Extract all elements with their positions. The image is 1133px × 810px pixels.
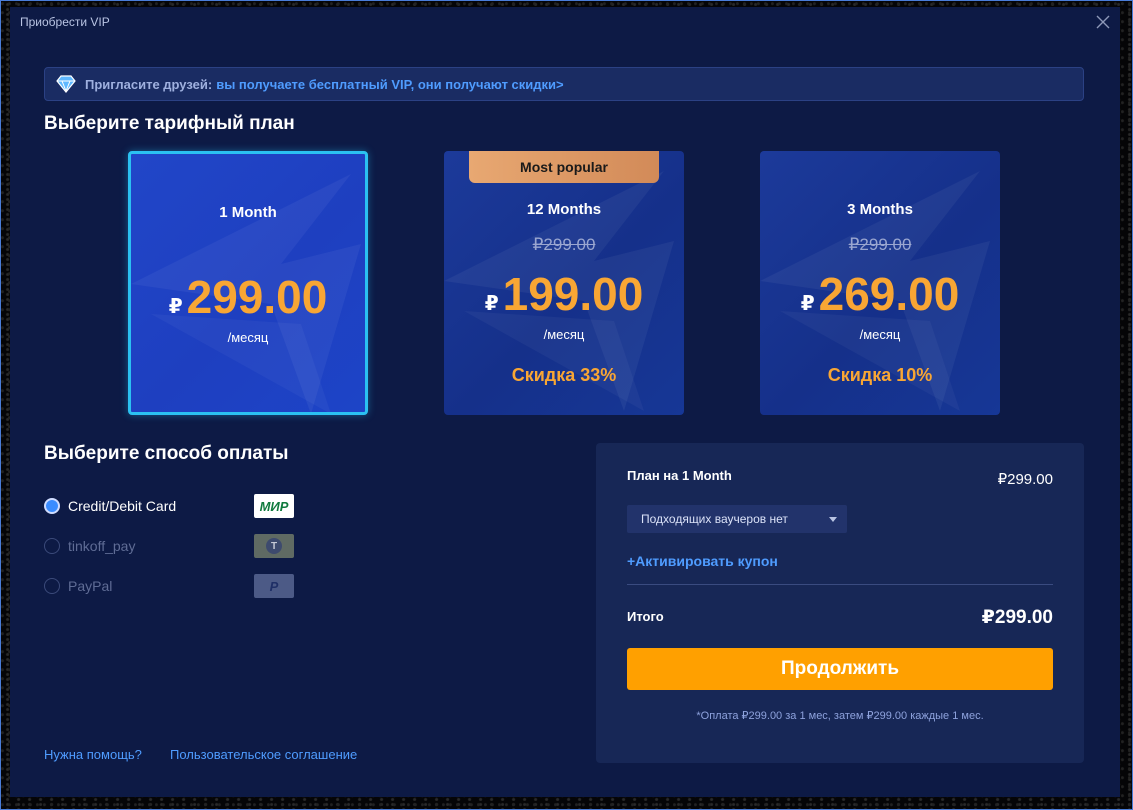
payment-label: tinkoff_pay — [68, 538, 136, 554]
help-link[interactable]: Нужна помощь? — [44, 747, 142, 762]
plan-price: ₽ 269.00 — [760, 267, 1000, 321]
tinkoff-logo-text: T — [270, 540, 278, 552]
currency-symbol: ₽ — [800, 293, 815, 315]
plan-name: 12 Months — [526, 201, 602, 218]
mir-logo: МИР — [254, 494, 294, 518]
payment-option-paypal[interactable]: PayPal P — [44, 573, 314, 599]
plan-price: ₽ 299.00 — [131, 270, 365, 324]
plan-card-12-months[interactable]: Most popular 12 Months ₽299.00 ₽ 199.00 … — [444, 151, 684, 415]
currency-symbol: ₽ — [484, 293, 499, 315]
payment-label: PayPal — [68, 578, 113, 594]
tinkoff-logo: T — [254, 534, 294, 558]
discount-label: Скидка 10% — [827, 365, 933, 385]
invite-friends-banner[interactable]: Пригласите друзей: вы получаете бесплатн… — [44, 67, 1084, 101]
voucher-select[interactable]: Подходящих ваучеров нет — [627, 505, 847, 533]
title-bar: Приобрести VIP — [10, 7, 1120, 39]
old-price: ₽299.00 — [532, 235, 596, 254]
diamond-icon — [56, 75, 76, 93]
radio-button[interactable] — [44, 538, 60, 554]
plan-card-1-month[interactable]: 1 Month ₽ 299.00 /месяц — [128, 151, 368, 415]
billing-footnote: *Оплата ₽299.00 за 1 мес, затем ₽299.00 … — [696, 710, 984, 722]
close-icon — [1096, 15, 1110, 29]
plan-price: ₽ 199.00 — [444, 267, 684, 321]
user-agreement-link[interactable]: Пользовательское соглашение — [170, 747, 357, 762]
paypal-logo-text: P — [269, 578, 279, 594]
plan-card-3-months[interactable]: 3 Months ₽299.00 ₽ 269.00 /месяц Скидка … — [760, 151, 1000, 415]
invite-link[interactable]: вы получаете бесплатный VIP, они получаю… — [216, 77, 563, 92]
price-amount: 299.00 — [186, 271, 328, 323]
old-price: ₽299.00 — [848, 235, 912, 254]
plans-section-title: Выберите тарифный план — [44, 113, 295, 134]
payment-option-tinkoff[interactable]: tinkoff_pay T — [44, 533, 314, 559]
order-summary-panel: План на 1 Month ₽299.00 Подходящих вауче… — [596, 443, 1084, 763]
divider — [627, 584, 1053, 585]
voucher-value: Подходящих ваучеров нет — [641, 512, 788, 526]
price-period: /месяц — [227, 330, 269, 345]
price-period: /месяц — [859, 327, 901, 342]
tinkoff-icon: T — [266, 538, 282, 554]
activate-coupon-link[interactable]: +Активировать купон — [627, 553, 778, 569]
total-value: ₽299.00 — [981, 607, 1053, 628]
invite-prefix: Пригласите друзей: — [85, 76, 213, 92]
price-period: /месяц — [543, 327, 585, 342]
plan-name: 3 Months — [847, 201, 913, 218]
price-amount: 199.00 — [502, 268, 644, 320]
currency-symbol: ₽ — [168, 296, 183, 318]
vip-purchase-dialog: Приобрести VIP Пригласите друзей: вы пол… — [10, 7, 1120, 797]
plan-name: 1 Month — [219, 204, 277, 221]
price-amount: 269.00 — [818, 268, 960, 320]
continue-button[interactable]: Продолжить — [627, 648, 1053, 690]
radio-button[interactable] — [44, 498, 60, 514]
mir-logo-text: МИР — [259, 498, 289, 514]
payment-option-card[interactable]: Credit/Debit Card МИР — [44, 493, 314, 519]
most-popular-badge: Most popular — [469, 151, 659, 183]
summary-plan-label: План на 1 Month — [627, 468, 732, 483]
close-button[interactable] — [1094, 13, 1112, 31]
paypal-logo: P — [254, 574, 294, 598]
radio-button[interactable] — [44, 578, 60, 594]
chevron-down-icon — [829, 517, 837, 522]
window-title: Приобрести VIP — [20, 15, 110, 29]
total-label: Итого — [627, 609, 664, 624]
payment-section-title: Выберите способ оплаты — [44, 443, 289, 464]
summary-plan-price: ₽299.00 — [997, 471, 1053, 488]
discount-label: Скидка 33% — [511, 365, 617, 385]
payment-label: Credit/Debit Card — [68, 498, 177, 514]
